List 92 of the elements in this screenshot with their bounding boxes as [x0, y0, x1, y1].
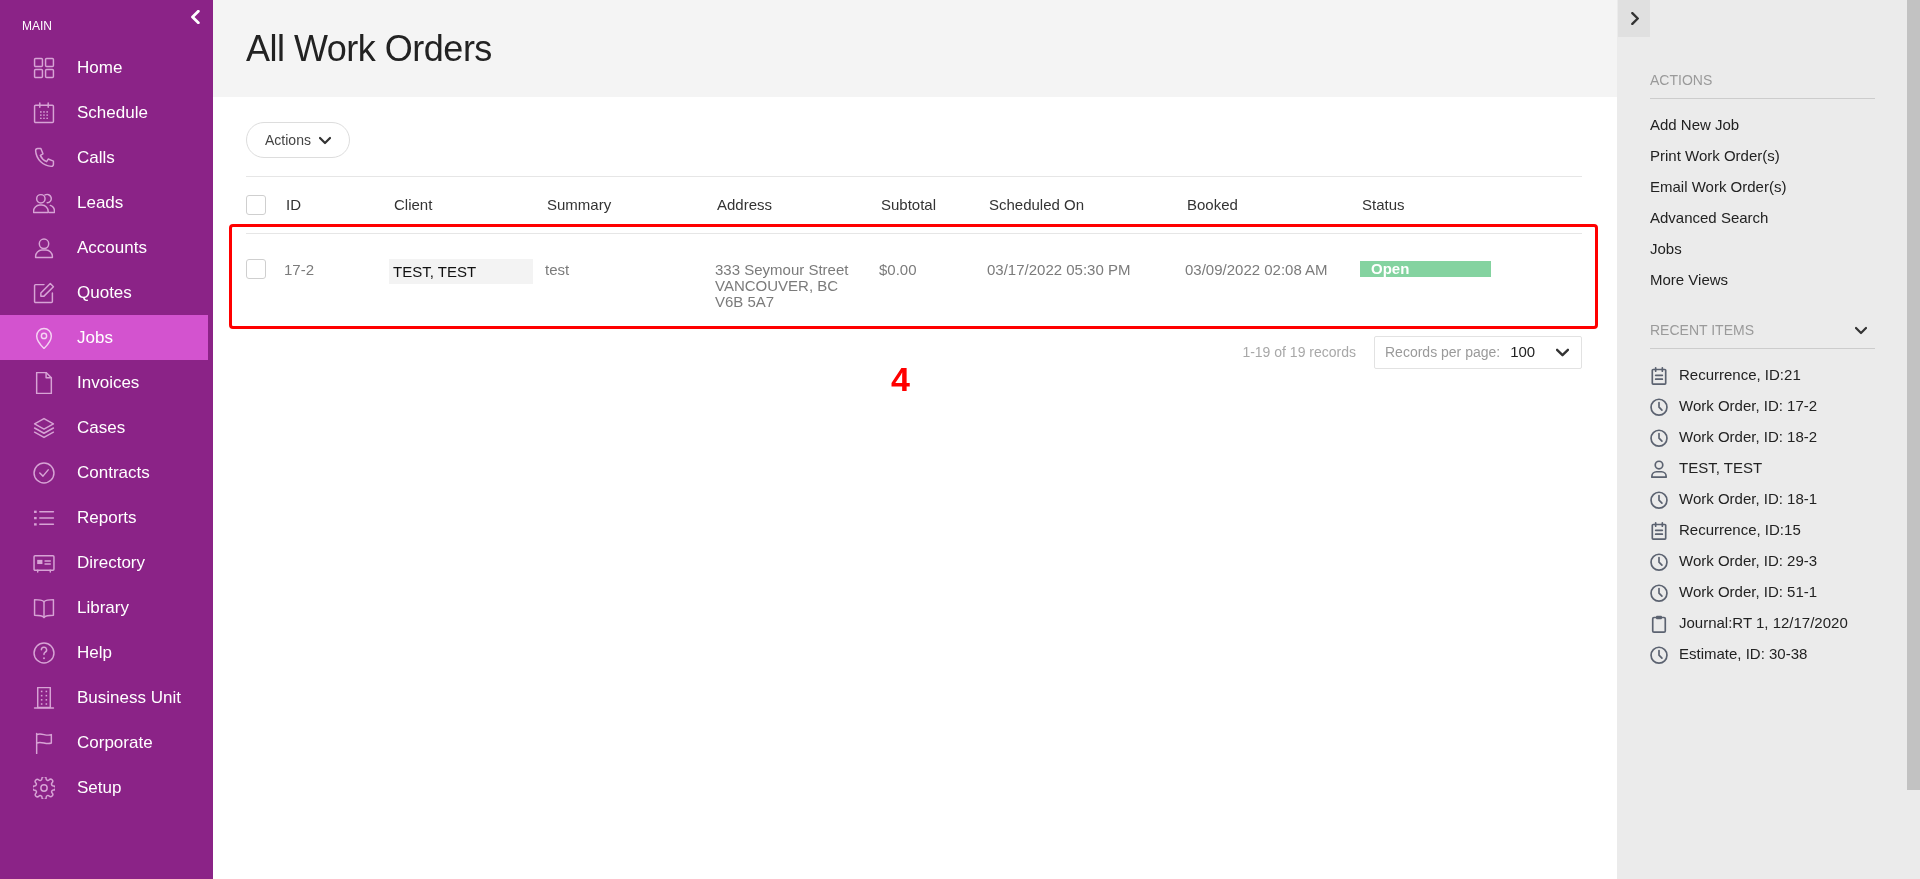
recent-item-link[interactable]: Recurrence, ID:21 [1679, 364, 1801, 387]
sidebar-item[interactable]: Home [0, 45, 208, 90]
column-header: Address [717, 196, 773, 213]
id-cell: 17-2 [284, 261, 315, 278]
users-icon [33, 191, 55, 214]
clock-icon [1650, 552, 1668, 571]
panel-toggle-button[interactable] [1618, 0, 1650, 37]
calendar-icon [33, 101, 55, 124]
sidebar-item[interactable]: Library [0, 585, 208, 630]
column-header: ID [286, 196, 301, 213]
column-header: Scheduled On [989, 196, 1085, 213]
actions-button[interactable]: Actions [246, 122, 350, 158]
flag-icon [33, 731, 55, 754]
action-link[interactable]: More Views [1650, 269, 1729, 292]
calendar-icon [1650, 366, 1668, 385]
sidebar-item[interactable]: Accounts [0, 225, 208, 270]
records-count: 1-19 of 19 records [1242, 343, 1356, 362]
booked-cell: 03/09/2022 02:08 AM [1185, 261, 1328, 278]
records-per-page-select[interactable]: Records per page: 100 [1374, 336, 1582, 369]
sidebar-item[interactable]: Calls [0, 135, 208, 180]
sidebar-item[interactable]: Cases [0, 405, 208, 450]
action-link[interactable]: Add New Job [1650, 114, 1740, 137]
recent-item-link[interactable]: Recurrence, ID:15 [1679, 519, 1801, 542]
book-icon [33, 596, 55, 619]
summary-cell: test [545, 261, 570, 278]
address-cell-text: 333 Seymour Street VANCOUVER, BC V6B 5A7 [715, 260, 850, 310]
edit-icon [33, 281, 55, 304]
sidebar-item[interactable]: Contracts [0, 450, 208, 495]
sidebar-item[interactable]: Setup [0, 765, 208, 810]
sidebar-item[interactable]: Invoices [0, 360, 208, 405]
person-icon [1650, 459, 1668, 478]
phone-icon [33, 146, 55, 169]
sidebar-item[interactable]: Help [0, 630, 208, 675]
column-header: Summary [547, 196, 612, 213]
chevron-down-icon[interactable] [1855, 325, 1867, 335]
column-header: Subtotal [881, 196, 937, 213]
layers-icon [33, 416, 55, 439]
clock-icon [1650, 428, 1668, 447]
chevron-down-icon [1556, 348, 1569, 357]
help-icon [33, 641, 55, 664]
sidebar-item[interactable]: Schedule [0, 90, 208, 135]
action-link[interactable]: Print Work Order(s) [1650, 145, 1780, 168]
subtotal-cell: $0.00 [879, 261, 917, 278]
clock-icon [1650, 490, 1668, 509]
action-link[interactable]: Advanced Search [1650, 207, 1769, 230]
status-badge: Open [1360, 261, 1491, 277]
sidebar-item[interactable]: Corporate [0, 720, 208, 765]
step-number: 4 [891, 361, 910, 397]
action-link[interactable]: Email Work Order(s) [1650, 176, 1787, 199]
recent-item-link[interactable]: Work Order, ID: 17-2 [1679, 395, 1818, 418]
column-header: Booked [1187, 196, 1238, 213]
clipboard-icon [1650, 614, 1668, 633]
recent-item-link[interactable]: Work Order, ID: 29-3 [1679, 550, 1818, 573]
chevron-left-icon [190, 10, 202, 24]
recent-item-link[interactable]: Estimate, ID: 30-38 [1679, 643, 1808, 666]
recent-item-link[interactable]: Work Order, ID: 51-1 [1679, 581, 1818, 604]
sidebar-item[interactable]: Jobs [0, 315, 208, 360]
sidebar-item[interactable]: Leads [0, 180, 208, 225]
sidebar-item[interactable]: Business Unit [0, 675, 208, 720]
sidebar-item[interactable]: Directory [0, 540, 208, 585]
column-header: Client [394, 196, 433, 213]
grid-icon [33, 56, 55, 79]
document-icon [33, 371, 55, 394]
page-title: All Work Orders [246, 28, 492, 69]
collapse-sidebar-button[interactable] [189, 9, 203, 25]
chevron-down-icon [318, 135, 331, 145]
chevron-right-icon [1629, 12, 1639, 25]
section-label: MAIN [22, 19, 52, 33]
section-heading: ACTIONS [1650, 72, 1714, 88]
checkbox[interactable] [246, 259, 266, 279]
recent-item-link[interactable]: Work Order, ID: 18-1 [1679, 488, 1818, 511]
recent-item-link[interactable]: Journal:RT 1, 12/17/2020 [1679, 612, 1848, 635]
recent-item-link[interactable]: Work Order, ID: 18-2 [1679, 426, 1818, 449]
scheduled-cell: 03/17/2022 05:30 PM [987, 261, 1131, 278]
checkbox[interactable] [246, 195, 266, 215]
clock-icon [1650, 583, 1668, 602]
settings-icon [33, 776, 55, 799]
map-pin-icon [33, 326, 55, 349]
column-header: Status [1362, 196, 1405, 213]
clock-icon [1650, 397, 1668, 416]
action-link[interactable]: Jobs [1650, 238, 1682, 261]
user-icon [33, 236, 55, 259]
recent-item-link[interactable]: TEST, TEST [1679, 457, 1763, 480]
sidebar-item[interactable]: Quotes [0, 270, 208, 315]
scrollbar[interactable] [1907, 0, 1920, 790]
clock-icon [1650, 645, 1668, 664]
client-cell: TEST, TEST [389, 259, 533, 284]
check-circle-icon [33, 461, 55, 484]
building-icon [33, 686, 55, 709]
calendar-icon [1650, 521, 1668, 540]
sidebar-item[interactable]: Reports [0, 495, 208, 540]
section-heading: RECENT ITEMS [1650, 322, 1754, 338]
